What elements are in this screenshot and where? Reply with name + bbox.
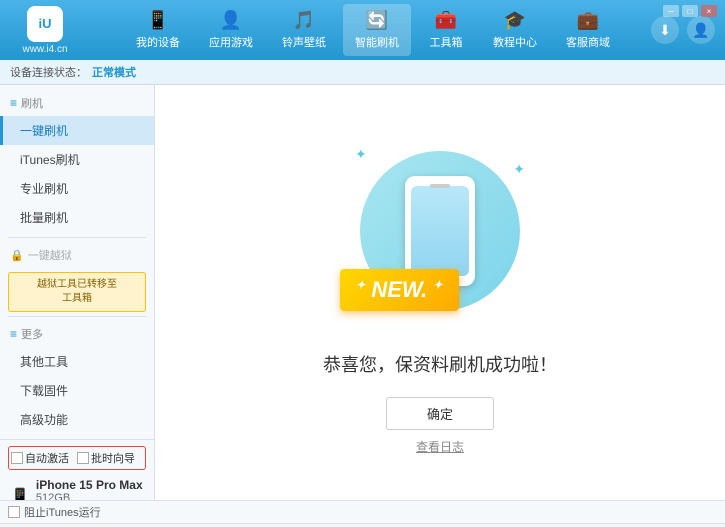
main-area: ≡ 刷机 一键刷机 iTunes刷机 专业刷机 批量刷机 🔒 xyxy=(0,85,725,500)
content-area: ✦ ✦ ✦ NEW. ✦ 恭喜您，保资料刷机成功啦！ 确定 查看日 xyxy=(155,85,725,500)
success-illustration: ✦ ✦ ✦ NEW. ✦ xyxy=(350,131,530,331)
new-badge: ✦ NEW. ✦ xyxy=(340,269,459,311)
header: iU www.i4.cn 📱 我的设备 👤 应用游戏 🎵 铃声壁纸 🔄 智能刷机 xyxy=(0,0,725,60)
timing-guide-checkbox-label[interactable]: 批时向导 xyxy=(77,450,135,466)
nav-tab-apps-games[interactable]: 👤 应用游戏 xyxy=(197,4,265,56)
phone-notch xyxy=(430,184,450,188)
nav-tab-my-device-label: 我的设备 xyxy=(136,34,180,50)
itunes-label: 阻止iTunes运行 xyxy=(24,504,101,520)
nav-tab-tutorial-label: 教程中心 xyxy=(493,34,537,50)
batch-flash-label: 批量刷机 xyxy=(20,211,68,225)
smart-flash-icon: 🔄 xyxy=(366,10,388,31)
warning-box: 越狱工具已转移至工具箱 xyxy=(8,272,146,312)
timing-guide-label: 批时向导 xyxy=(91,450,135,466)
tutorial-icon: 🎓 xyxy=(504,10,526,31)
divider-2 xyxy=(8,316,146,317)
more-section-label: 更多 xyxy=(21,326,43,342)
apps-games-icon: 👤 xyxy=(220,10,242,31)
logo: iU www.i4.cn xyxy=(10,6,80,55)
ringtone-icon: 🎵 xyxy=(293,10,315,31)
one-click-jailbreak-header: 🔒 一键越狱 xyxy=(0,242,154,268)
logo-icon: iU xyxy=(27,6,63,42)
other-tools-label: 其他工具 xyxy=(20,355,68,369)
new-badge-stars-right: ✦ xyxy=(433,279,442,291)
minimize-button[interactable]: ─ xyxy=(663,5,679,17)
auto-activate-checkbox[interactable] xyxy=(11,452,23,464)
flash-section-label: 刷机 xyxy=(21,95,43,111)
auto-activate-row: 自动激活 批时向导 xyxy=(8,446,146,470)
itunes-flash-label: iTunes刷机 xyxy=(20,153,80,167)
advanced-label: 高级功能 xyxy=(20,413,68,427)
more-section-icon: ≡ xyxy=(10,327,17,341)
sidebar-item-other-tools[interactable]: 其他工具 xyxy=(0,347,154,376)
flash-section-header: ≡ 刷机 xyxy=(0,90,154,116)
new-badge-text: NEW. xyxy=(371,277,427,302)
confirm-button[interactable]: 确定 xyxy=(386,397,494,430)
logo-text: iU xyxy=(39,16,52,31)
sidebar-item-itunes-flash[interactable]: iTunes刷机 xyxy=(0,145,154,174)
success-title: 恭喜您，保资料刷机成功啦！ xyxy=(323,351,557,377)
my-device-icon: 📱 xyxy=(147,10,169,31)
user-button[interactable]: 👤 xyxy=(687,16,715,44)
download-button[interactable]: ⬇ xyxy=(651,16,679,44)
sidebar-item-advanced[interactable]: 高级功能 xyxy=(0,405,154,434)
status-label: 设备连接状态： xyxy=(10,64,87,80)
sidebar-item-batch-flash[interactable]: 批量刷机 xyxy=(0,203,154,232)
nav-tab-smart-flash-label: 智能刷机 xyxy=(355,34,399,50)
close-button[interactable]: × xyxy=(701,5,717,17)
itunes-bar: 阻止iTunes运行 xyxy=(0,500,725,523)
divider-1 xyxy=(8,237,146,238)
itunes-checkbox[interactable] xyxy=(8,506,20,518)
view-log-button[interactable]: 查看日志 xyxy=(416,438,464,455)
nav-tab-service[interactable]: 💼 客服商域 xyxy=(554,4,622,56)
device-info: iPhone 15 Pro Max 512GB iPhone xyxy=(36,478,143,500)
nav-tab-service-label: 客服商域 xyxy=(566,34,610,50)
sidebar-bottom: 自动激活 批时向导 📱 iPhone 15 Pro Max 512GB iPho… xyxy=(0,439,154,500)
nav-tab-apps-games-label: 应用游戏 xyxy=(209,34,253,50)
nav-tab-my-device[interactable]: 📱 我的设备 xyxy=(124,4,192,56)
service-icon: 💼 xyxy=(577,10,599,31)
download-firmware-label: 下载固件 xyxy=(20,384,68,398)
sidebar-item-one-click-flash[interactable]: 一键刷机 xyxy=(0,116,154,145)
nav-tab-smart-flash[interactable]: 🔄 智能刷机 xyxy=(343,4,411,56)
device-phone-icon: 📱 xyxy=(10,487,30,500)
status-bar: 设备连接状态： 正常模式 xyxy=(0,60,725,85)
one-click-flash-label: 一键刷机 xyxy=(20,124,68,138)
device-name: iPhone 15 Pro Max xyxy=(36,478,143,492)
sidebar: ≡ 刷机 一键刷机 iTunes刷机 专业刷机 批量刷机 🔒 xyxy=(0,85,155,500)
sparkle-left: ✦ xyxy=(355,146,367,163)
sidebar-item-pro-flash[interactable]: 专业刷机 xyxy=(0,174,154,203)
footer: V7.98.66 客服 微信公众号 检查更新 xyxy=(0,523,725,527)
nav-tab-ringtone-label: 铃声壁纸 xyxy=(282,34,326,50)
new-badge-stars-left: ✦ xyxy=(356,279,365,291)
auto-activate-checkbox-label[interactable]: 自动激活 xyxy=(11,450,69,466)
nav-tab-toolbox[interactable]: 🧰 工具箱 xyxy=(416,4,476,56)
pro-flash-label: 专业刷机 xyxy=(20,182,68,196)
header-right: ⬇ 👤 xyxy=(651,16,715,44)
phone-screen xyxy=(411,186,469,276)
one-click-jailbreak-label: 一键越狱 xyxy=(28,247,72,263)
logo-url: www.i4.cn xyxy=(22,44,67,55)
device-item: 📱 iPhone 15 Pro Max 512GB iPhone xyxy=(8,474,146,500)
timing-guide-checkbox[interactable] xyxy=(77,452,89,464)
lock-icon: 🔒 xyxy=(10,249,24,262)
nav-tab-toolbox-label: 工具箱 xyxy=(430,34,463,50)
more-section-header: ≡ 更多 xyxy=(0,321,154,347)
sparkle-right: ✦ xyxy=(513,161,525,178)
flash-section: ≡ 刷机 一键刷机 iTunes刷机 专业刷机 批量刷机 xyxy=(0,90,154,232)
auto-activate-label: 自动激活 xyxy=(25,450,69,466)
device-storage: 512GB xyxy=(36,492,143,500)
more-section: ≡ 更多 其他工具 下载固件 高级功能 xyxy=(0,321,154,434)
maximize-button[interactable]: □ xyxy=(682,5,698,17)
warning-text: 越狱工具已转移至工具箱 xyxy=(37,279,117,304)
nav-tab-ringtone[interactable]: 🎵 铃声壁纸 xyxy=(270,4,338,56)
toolbox-icon: 🧰 xyxy=(435,10,457,31)
nav-tabs: 📱 我的设备 👤 应用游戏 🎵 铃声壁纸 🔄 智能刷机 🧰 工具箱 🎓 xyxy=(95,4,651,56)
sidebar-item-download-firmware[interactable]: 下载固件 xyxy=(0,376,154,405)
nav-tab-tutorial[interactable]: 🎓 教程中心 xyxy=(481,4,549,56)
flash-section-icon: ≡ xyxy=(10,96,17,110)
status-value: 正常模式 xyxy=(92,64,136,80)
